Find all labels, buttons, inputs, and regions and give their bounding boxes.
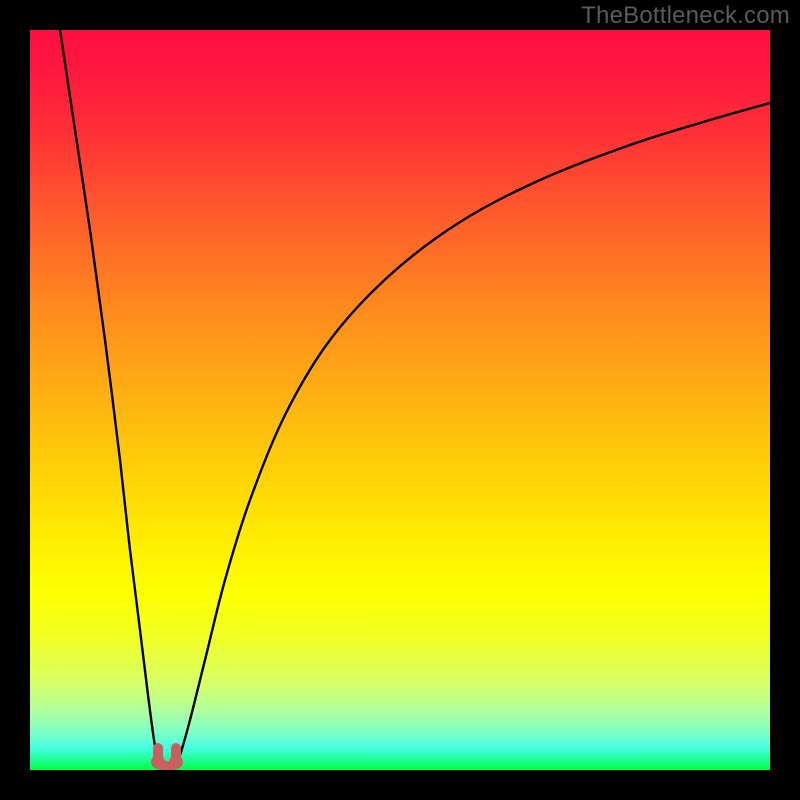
cusp-marker-right <box>169 755 183 769</box>
plot-area <box>30 30 770 770</box>
curve-layer <box>30 30 770 770</box>
chart-frame: TheBottleneck.com <box>0 0 800 800</box>
curve-right-branch <box>174 103 770 768</box>
watermark-text: TheBottleneck.com <box>581 2 790 30</box>
curve-left-branch <box>60 30 161 768</box>
